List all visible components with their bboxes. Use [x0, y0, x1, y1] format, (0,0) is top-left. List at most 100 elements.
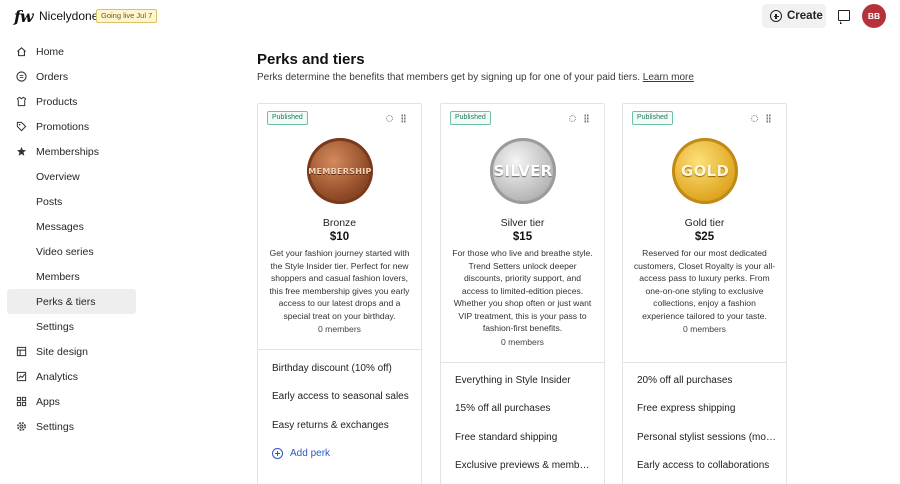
tier-price: $15 [512, 231, 533, 243]
message-icon[interactable] [838, 10, 850, 24]
medal-text: SILVER [493, 162, 553, 180]
sidebar-item-overview[interactable]: Overview [0, 164, 140, 189]
tier-card-gold[interactable]: Published GOLD Gold tier $25 Reserved fo… [622, 103, 787, 484]
sidebar-item-orders[interactable]: Orders [0, 64, 140, 89]
tier-description: Reserved for our most dedicated customer… [633, 248, 776, 321]
layout-icon [16, 346, 27, 357]
tier-description-block: For those who live and breathe style. Tr… [451, 247, 594, 348]
perk-item[interactable]: Easy returns & exchanges [272, 420, 412, 431]
sidebar-item-label: Analytics [36, 370, 79, 383]
medal-text: GOLD [680, 162, 730, 180]
add-perk-button[interactable]: Add perk [272, 448, 330, 459]
perk-item[interactable]: Exclusive previews & member events [455, 460, 595, 471]
create-button-label: Create [787, 10, 823, 22]
learn-more-link[interactable]: Learn more [643, 72, 694, 83]
sidebar-item-apps[interactable]: Apps [0, 389, 140, 414]
tier-price: $10 [329, 231, 350, 243]
tier-card-silver[interactable]: Published SILVER Silver tier $15 For tho… [440, 103, 605, 484]
sidebar-item-label: Overview [36, 170, 80, 183]
sidebar-item-label: Messages [36, 220, 84, 233]
status-badge: Published [632, 111, 673, 125]
sidebar-item-label: Products [36, 95, 78, 108]
sidebar-item-label: Settings [36, 420, 74, 433]
tier-price: $25 [694, 231, 715, 243]
status-badge: Published [450, 111, 491, 125]
apps-icon [16, 396, 27, 407]
bronze-medal-image: MEMBERSHIP [307, 138, 373, 204]
settings-gear-icon[interactable] [386, 115, 393, 122]
analytics-icon [16, 371, 27, 382]
sidebar-item-label: Video series [36, 245, 94, 258]
sidebar-item-settings[interactable]: Settings [0, 414, 140, 439]
sidebar-item-label: Memberships [36, 145, 100, 158]
medal-text: MEMBERSHIP [308, 166, 372, 176]
site-name[interactable]: Nicelydone [39, 9, 98, 23]
drag-handle-icon[interactable] [766, 114, 771, 123]
tier-description-block: Reserved for our most dedicated customer… [633, 247, 776, 336]
sidebar-item-label: Perks & tiers [36, 295, 96, 308]
sidebar-item-label: Settings [36, 320, 74, 333]
drag-handle-icon[interactable] [584, 114, 589, 123]
tier-name: Gold tier [684, 217, 725, 229]
perk-item[interactable]: Everything in Style Insider [455, 375, 595, 386]
tier-card-bronze[interactable]: Published MEMBERSHIP Bronze $10 Get your… [257, 103, 422, 484]
sidebar-item-label: Orders [36, 70, 69, 83]
avatar[interactable]: BB [862, 4, 886, 28]
sidebar-item-memberships[interactable]: Memberships [0, 139, 140, 164]
sidebar-item-messages[interactable]: Messages [0, 214, 140, 239]
sidebar: Home Orders Products Promotions Membersh… [0, 39, 140, 439]
perk-item[interactable]: Birthday discount (10% off) [272, 363, 412, 374]
sidebar-item-video-series[interactable]: Video series [0, 239, 140, 264]
page-subtitle-text: Perks determine the benefits that member… [257, 72, 640, 83]
perk-item[interactable]: Free express shipping [637, 403, 777, 414]
tier-name: Silver tier [500, 217, 545, 229]
settings-gear-icon[interactable] [569, 115, 576, 122]
app-logo[interactable]: fw [14, 7, 34, 26]
sidebar-item-label: Apps [36, 395, 60, 408]
sidebar-item-label: Promotions [36, 120, 90, 133]
member-count: 0 members [501, 336, 544, 347]
drag-handle-icon[interactable] [401, 114, 406, 123]
sidebar-item-label: Home [36, 45, 65, 58]
add-perk-label: Add perk [290, 448, 331, 459]
sidebar-item-label: Posts [36, 195, 63, 208]
products-icon [16, 96, 27, 107]
gear-icon [17, 422, 26, 431]
page-subtitle: Perks determine the benefits that member… [257, 72, 694, 83]
sidebar-item-analytics[interactable]: Analytics [0, 364, 140, 389]
card-divider [623, 362, 786, 363]
member-count: 0 members [683, 324, 726, 334]
card-divider [258, 349, 421, 350]
perk-item[interactable]: Free standard shipping [455, 432, 595, 443]
perk-item[interactable]: Early access to collaborations [637, 460, 777, 471]
star-icon [16, 146, 27, 156]
create-button[interactable]: Create [762, 4, 826, 28]
status-badge: Published [267, 111, 308, 125]
plus-circle-icon [272, 448, 283, 459]
orders-icon [16, 71, 27, 82]
sidebar-item-posts[interactable]: Posts [0, 189, 140, 214]
top-bar: fw Nicelydone Going live Jul 7 Create BB [0, 0, 900, 32]
sidebar-item-home[interactable]: Home [0, 39, 140, 64]
settings-gear-icon[interactable] [751, 115, 758, 122]
tier-description: Get your fashion journey started with th… [269, 248, 410, 321]
member-count: 0 members [318, 324, 361, 334]
perk-item[interactable]: Early access to seasonal sales [272, 391, 412, 402]
sidebar-item-products[interactable]: Products [0, 89, 140, 114]
sidebar-item-members[interactable]: Members [0, 264, 140, 289]
sidebar-item-label: Site design [36, 345, 88, 358]
perk-item[interactable]: Personal stylist sessions (monthly) [637, 432, 777, 443]
going-live-badge[interactable]: Going live Jul 7 [96, 9, 158, 23]
tag-icon [16, 121, 27, 132]
card-divider [441, 362, 604, 363]
gold-medal-image: GOLD [672, 138, 738, 204]
sidebar-item-promotions[interactable]: Promotions [0, 114, 140, 139]
page-title: Perks and tiers [257, 51, 365, 68]
sidebar-item-membership-settings[interactable]: Settings [0, 314, 140, 339]
tier-description-block: Get your fashion journey started with th… [268, 247, 411, 336]
sidebar-item-perks-tiers[interactable]: Perks & tiers [7, 289, 136, 314]
sidebar-item-site-design[interactable]: Site design [0, 339, 140, 364]
perk-item[interactable]: 20% off all purchases [637, 375, 777, 386]
perk-item[interactable]: 15% off all purchases [455, 403, 595, 414]
silver-medal-image: SILVER [490, 138, 556, 204]
